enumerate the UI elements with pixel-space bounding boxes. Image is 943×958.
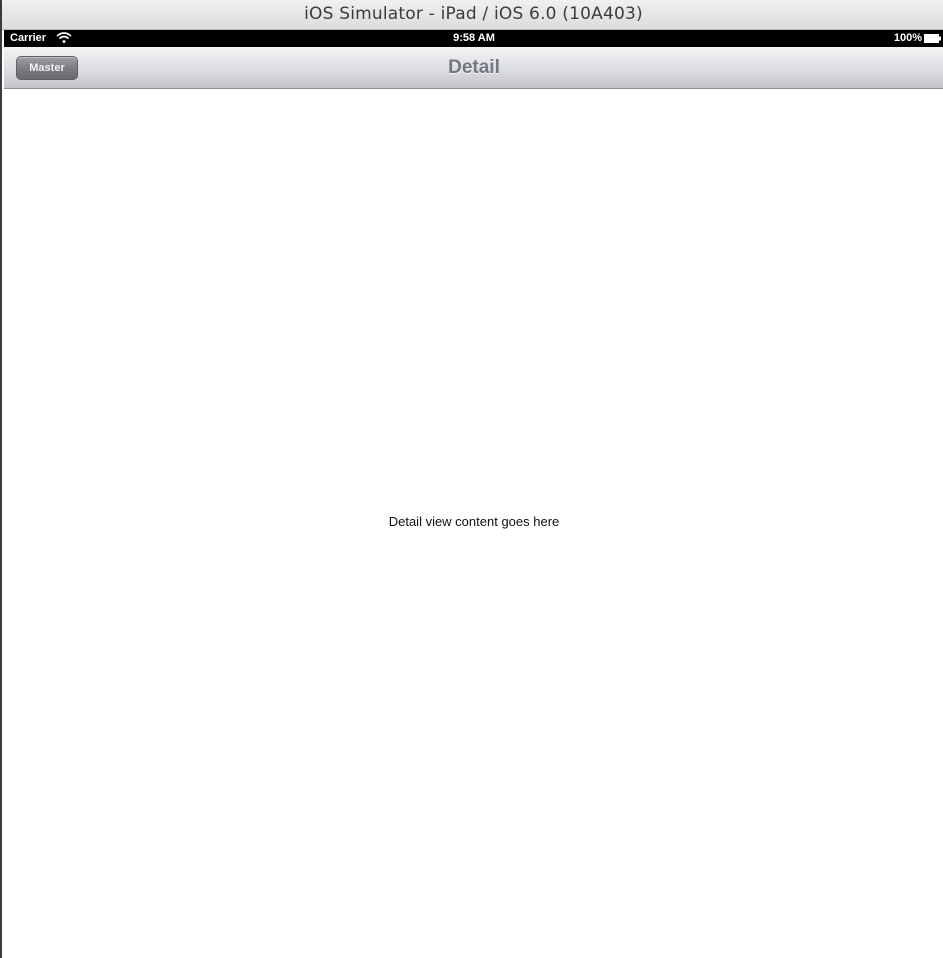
battery-percent: 100% xyxy=(893,32,922,44)
status-time: 9:58 AM xyxy=(453,32,495,44)
nav-title: Detail xyxy=(448,57,500,78)
detail-content-label: Detail view content goes here xyxy=(388,514,560,529)
battery-icon xyxy=(924,34,941,43)
status-bar: Carrier 9:58 AM 100% xyxy=(4,30,943,47)
window-title-bar: iOS Simulator - iPad / iOS 6.0 (10A403) xyxy=(2,0,943,30)
detail-view: Detail view content goes here xyxy=(4,89,943,958)
window-title: iOS Simulator - iPad / iOS 6.0 (10A403) xyxy=(304,4,643,24)
simulator-window: iOS Simulator - iPad / iOS 6.0 (10A403) … xyxy=(0,0,943,958)
navigation-bar: Master Detail xyxy=(4,47,943,89)
